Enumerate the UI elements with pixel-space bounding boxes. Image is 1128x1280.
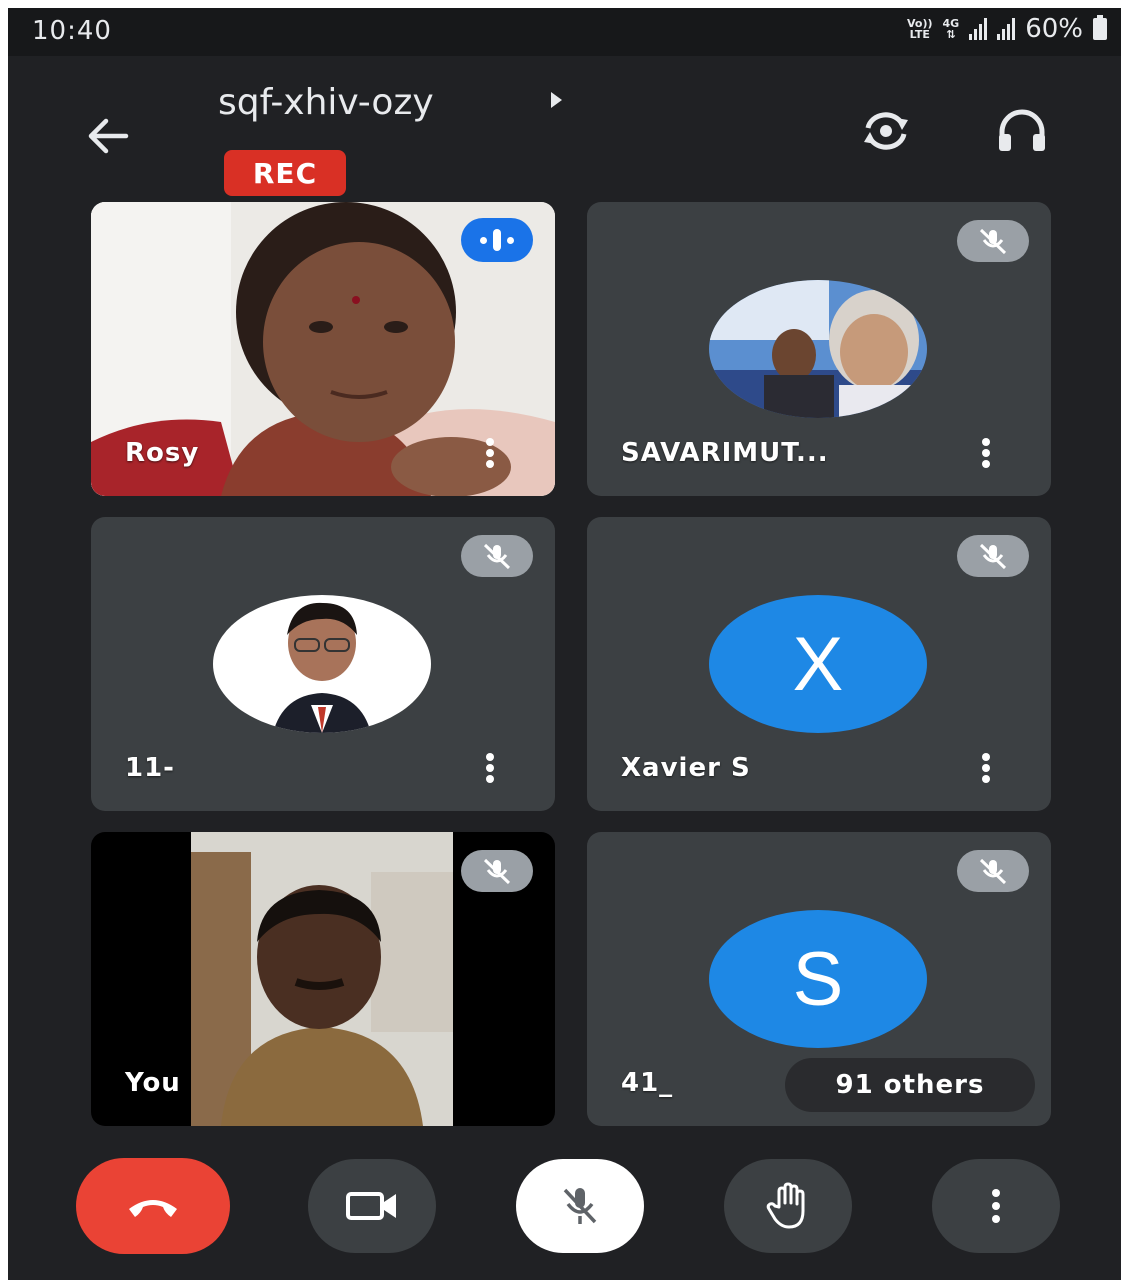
status-indicators: Vo)) LTE 4G ⇅ 60% — [907, 14, 1107, 44]
mic-off-icon — [957, 220, 1029, 262]
phone-hangup-icon — [129, 1200, 177, 1217]
end-call-button[interactable] — [76, 1158, 230, 1254]
participant-menu-button[interactable] — [483, 751, 497, 785]
call-controls — [8, 1153, 1121, 1263]
arrow-left-icon — [88, 118, 129, 154]
video-camera-icon — [346, 1192, 396, 1220]
signal-icon — [969, 18, 988, 40]
raise-hand-button[interactable] — [724, 1159, 852, 1253]
switch-camera-button[interactable] — [856, 106, 916, 156]
battery-level: 60% — [1025, 14, 1083, 44]
recording-badge: REC — [224, 150, 346, 196]
self-view-tile[interactable]: You — [91, 832, 555, 1126]
status-time: 10:40 — [32, 16, 112, 46]
meet-call-screen: 10:40 Vo)) LTE 4G ⇅ 60% sqf-xhiv-ozy REC… — [8, 8, 1121, 1280]
meeting-details-arrow-icon[interactable] — [551, 92, 562, 108]
volte-indicator: Vo)) LTE — [906, 17, 933, 41]
participant-menu-button[interactable] — [979, 436, 993, 470]
participant-name: 11- — [125, 753, 175, 783]
participant-name: You — [125, 1068, 181, 1098]
participant-avatar-letter: X — [709, 595, 927, 733]
participant-name: Rosy — [125, 438, 200, 468]
mic-off-icon — [461, 535, 533, 577]
more-options-button[interactable] — [932, 1159, 1060, 1253]
mic-off-icon — [957, 535, 1029, 577]
meeting-code[interactable]: sqf-xhiv-ozy — [218, 82, 434, 123]
signal-icon-2 — [997, 18, 1016, 40]
participant-avatar-letter: S — [709, 910, 927, 1048]
participant-tile[interactable]: 11- — [91, 517, 555, 811]
status-bar: 10:40 Vo)) LTE 4G ⇅ 60% — [8, 8, 1121, 56]
participant-menu-button[interactable] — [483, 436, 497, 470]
speaking-indicator — [461, 218, 533, 262]
mic-off-icon — [461, 850, 533, 892]
participant-avatar — [709, 280, 927, 418]
participant-name: SAVARIMUT... — [621, 438, 829, 468]
participant-avatar — [213, 595, 431, 733]
audio-output-button[interactable] — [992, 106, 1052, 156]
participant-menu-button[interactable] — [979, 751, 993, 785]
camera-toggle-button[interactable] — [308, 1159, 436, 1253]
battery-icon — [1093, 15, 1107, 40]
mic-off-icon — [957, 850, 1029, 892]
flip-camera-icon — [864, 112, 908, 150]
participant-name: 41_ — [621, 1068, 674, 1098]
back-button[interactable] — [78, 106, 138, 166]
call-header: sqf-xhiv-ozy REC — [8, 56, 1121, 206]
participant-tile[interactable]: X Xavier S — [587, 517, 1051, 811]
self-video — [191, 832, 453, 1126]
mic-off-icon — [563, 1188, 597, 1224]
network-type: 4G ⇅ — [942, 17, 960, 41]
participant-tile[interactable]: S 41_ 91 others — [587, 832, 1051, 1126]
participant-name: Xavier S — [621, 753, 751, 783]
more-vert-icon — [992, 1189, 1000, 1223]
participant-tile[interactable]: SAVARIMUT... — [587, 202, 1051, 496]
hand-icon — [766, 1182, 805, 1229]
headphones-icon — [999, 109, 1045, 151]
participant-tile[interactable]: Rosy — [91, 202, 555, 496]
microphone-toggle-button[interactable] — [516, 1159, 644, 1253]
others-count-button[interactable]: 91 others — [785, 1058, 1035, 1112]
